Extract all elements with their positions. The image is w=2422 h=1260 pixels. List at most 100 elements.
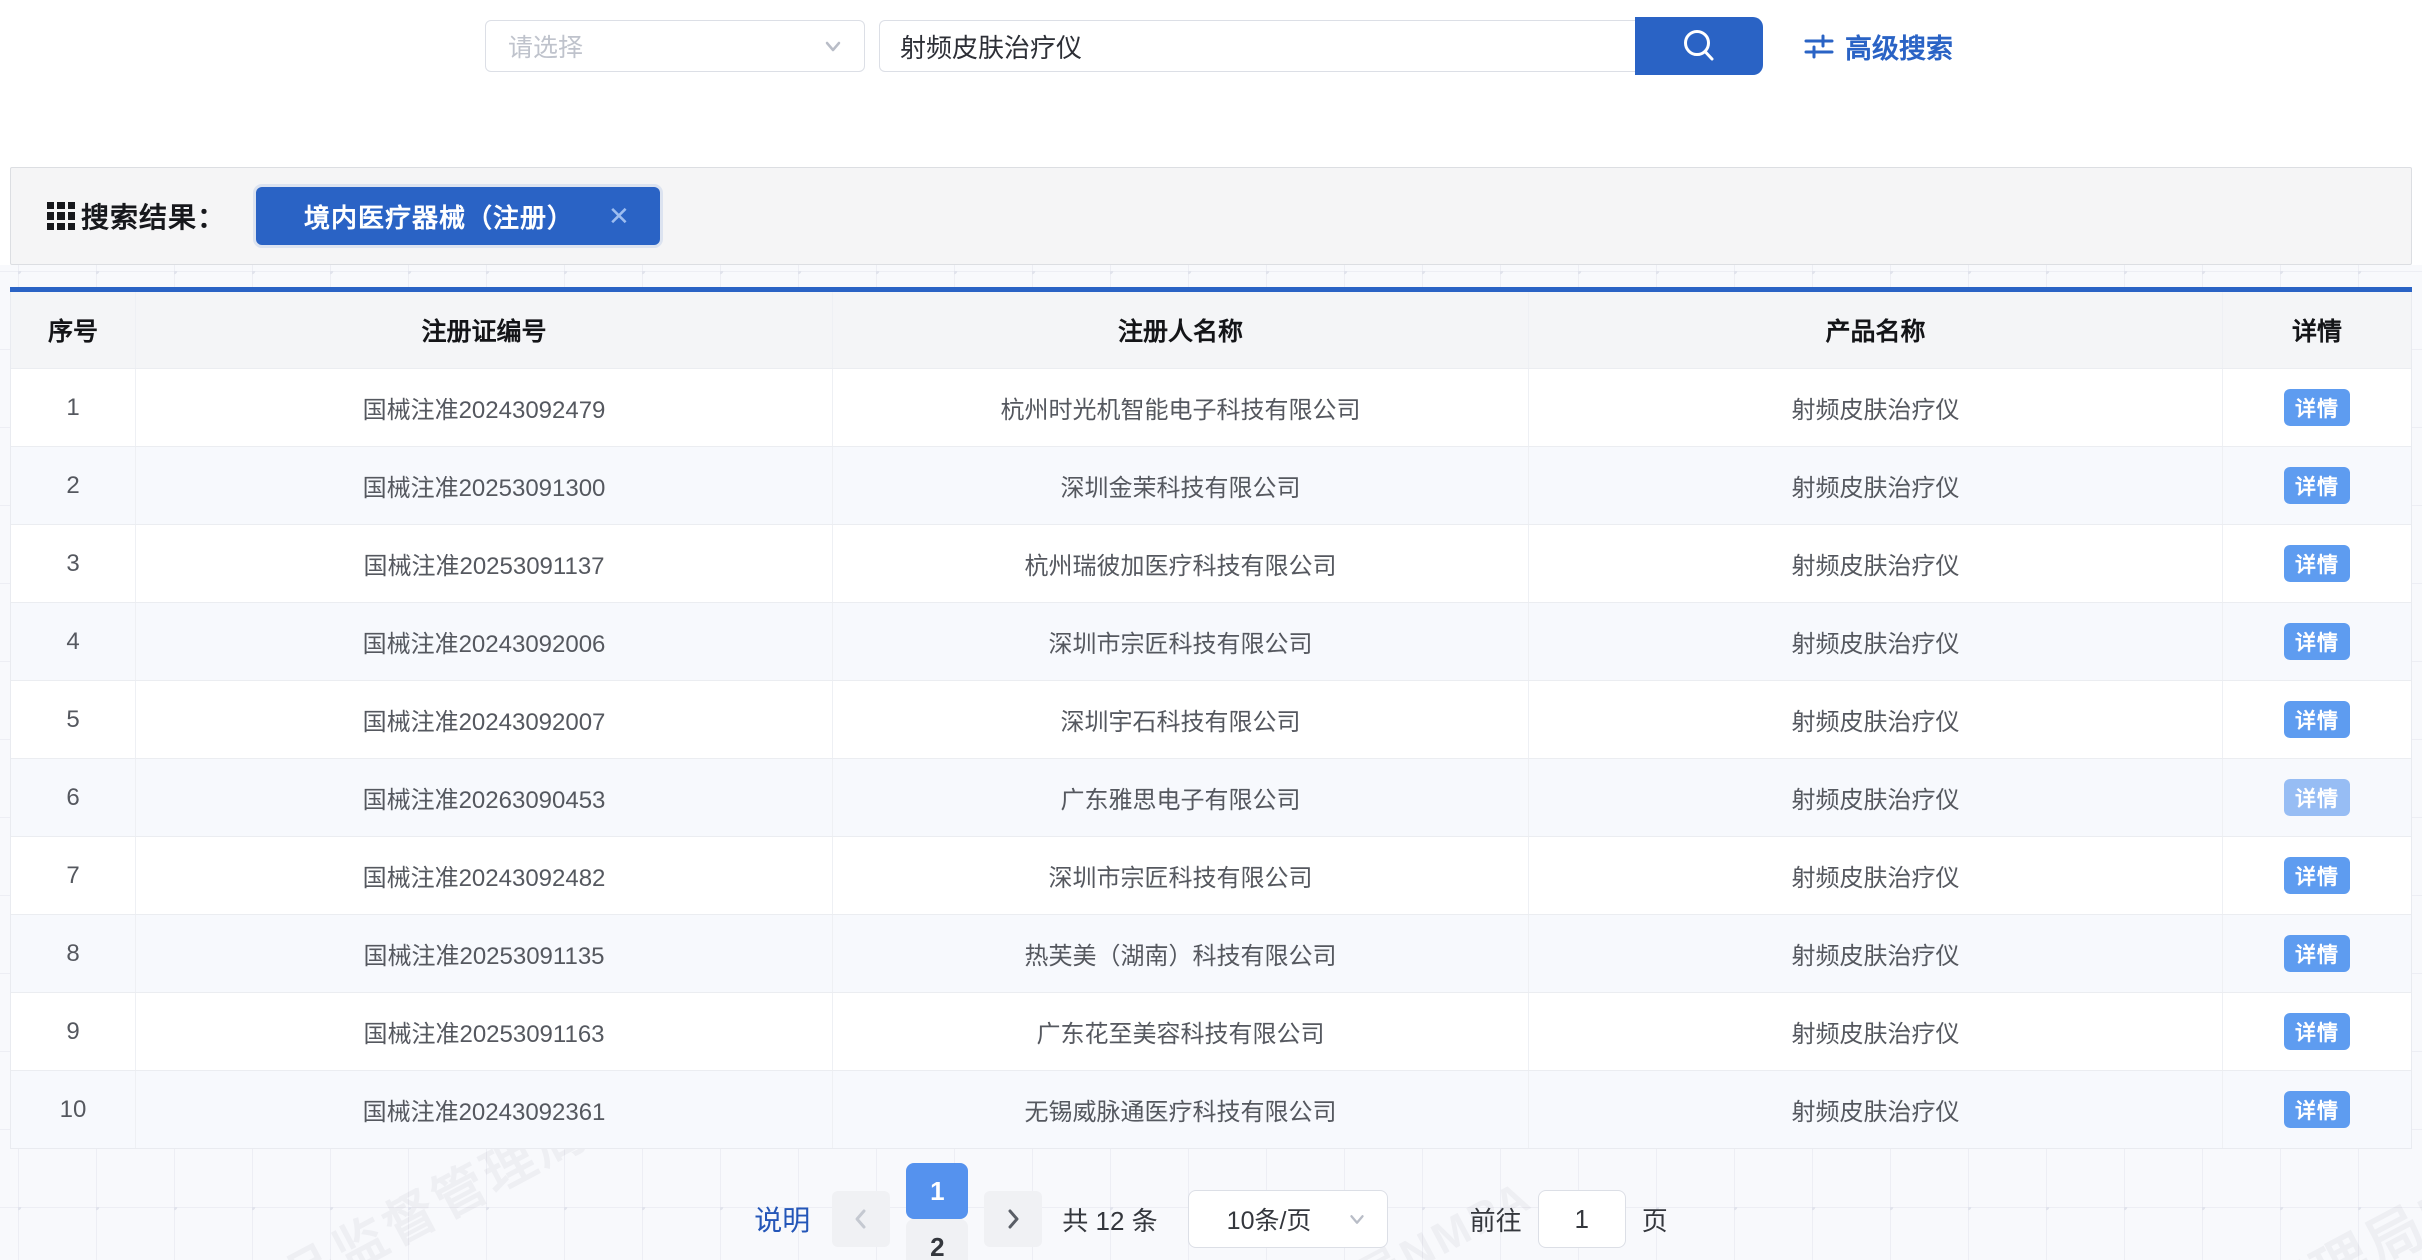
row-index: 10 <box>11 1071 136 1148</box>
row-index: 8 <box>11 915 136 992</box>
row-cert-no: 国械注准20253091300 <box>136 447 833 524</box>
close-icon[interactable]: ✕ <box>608 201 630 232</box>
total-count-label: 共 12 条 <box>1062 1201 1157 1238</box>
row-detail-cell: 详情 <box>2223 681 2411 758</box>
col-header-no: 序号 <box>11 292 136 368</box>
row-product: 射频皮肤治疗仪 <box>1529 447 2223 524</box>
page-size-value: 10条/页 <box>1227 1201 1312 1237</box>
table-header-row: 序号 注册证编号 注册人名称 产品名称 详情 <box>11 292 2411 368</box>
results-label: 搜索结果： <box>81 196 226 236</box>
row-product: 射频皮肤治疗仪 <box>1529 369 2223 446</box>
row-registrant: 深圳金茉科技有限公司 <box>833 447 1529 524</box>
goto-page-group: 前往 页 <box>1470 1190 1668 1248</box>
col-header-registrant: 注册人名称 <box>833 292 1529 368</box>
search-results-bar: 搜索结果： 境内医疗器械（注册） ✕ <box>10 167 2412 265</box>
row-registrant: 杭州瑞彼加医疗科技有限公司 <box>833 525 1529 602</box>
row-cert-no: 国械注准20243092361 <box>136 1071 833 1148</box>
chevron-down-icon <box>1345 1207 1369 1231</box>
detail-button[interactable]: 详情 <box>2284 1013 2350 1050</box>
row-cert-no: 国械注准20253091135 <box>136 915 833 992</box>
row-index: 9 <box>11 993 136 1070</box>
row-detail-cell: 详情 <box>2223 837 2411 914</box>
table-row: 6 国械注准20263090453 广东雅思电子有限公司 射频皮肤治疗仪 详情 <box>11 758 2411 836</box>
goto-prefix-label: 前往 <box>1470 1201 1522 1238</box>
row-product: 射频皮肤治疗仪 <box>1529 759 2223 836</box>
detail-button[interactable]: 详情 <box>2284 701 2350 738</box>
chevron-down-icon <box>820 33 846 59</box>
row-index: 6 <box>11 759 136 836</box>
row-detail-cell: 详情 <box>2223 915 2411 992</box>
row-registrant: 广东雅思电子有限公司 <box>833 759 1529 836</box>
search-input[interactable] <box>879 20 1637 72</box>
filter-sliders-icon <box>1803 30 1835 62</box>
table-row: 1 国械注准20243092479 杭州时光机智能电子科技有限公司 射频皮肤治疗… <box>11 368 2411 446</box>
detail-button[interactable]: 详情 <box>2284 623 2350 660</box>
row-cert-no: 国械注准20243092006 <box>136 603 833 680</box>
row-product: 射频皮肤治疗仪 <box>1529 525 2223 602</box>
row-index: 7 <box>11 837 136 914</box>
detail-button[interactable]: 详情 <box>2284 857 2350 894</box>
row-index: 5 <box>11 681 136 758</box>
row-product: 射频皮肤治疗仪 <box>1529 603 2223 680</box>
next-page-button[interactable] <box>984 1191 1042 1247</box>
table-row: 8 国械注准20253091135 热芙美（湖南）科技有限公司 射频皮肤治疗仪 … <box>11 914 2411 992</box>
row-registrant: 广东花至美容科技有限公司 <box>833 993 1529 1070</box>
row-detail-cell: 详情 <box>2223 1071 2411 1148</box>
row-index: 1 <box>11 369 136 446</box>
page-button-2[interactable]: 2 <box>906 1219 968 1260</box>
row-registrant: 无锡威脉通医疗科技有限公司 <box>833 1071 1529 1148</box>
row-detail-cell: 详情 <box>2223 603 2411 680</box>
row-index: 3 <box>11 525 136 602</box>
row-cert-no: 国械注准20243092482 <box>136 837 833 914</box>
table-row: 10 国械注准20243092361 无锡威脉通医疗科技有限公司 射频皮肤治疗仪… <box>11 1070 2411 1148</box>
page-size-select[interactable]: 10条/页 <box>1188 1190 1388 1248</box>
row-product: 射频皮肤治疗仪 <box>1529 1071 2223 1148</box>
results-table: 序号 注册证编号 注册人名称 产品名称 详情 1 国械注准20243092479… <box>10 292 2412 1149</box>
row-cert-no: 国械注准20253091137 <box>136 525 833 602</box>
col-header-detail: 详情 <box>2223 292 2411 368</box>
detail-button[interactable]: 详情 <box>2284 467 2350 504</box>
table-row: 7 国械注准20243092482 深圳市宗匠科技有限公司 射频皮肤治疗仪 详情 <box>11 836 2411 914</box>
row-detail-cell: 详情 <box>2223 447 2411 524</box>
row-registrant: 深圳市宗匠科技有限公司 <box>833 837 1529 914</box>
row-registrant: 深圳宇石科技有限公司 <box>833 681 1529 758</box>
row-product: 射频皮肤治疗仪 <box>1529 681 2223 758</box>
table-body: 1 国械注准20243092479 杭州时光机智能电子科技有限公司 射频皮肤治疗… <box>11 368 2411 1148</box>
prev-page-button[interactable] <box>832 1191 890 1247</box>
filter-tag-label: 境内医疗器械（注册） <box>304 198 574 235</box>
chevron-left-icon <box>848 1206 874 1232</box>
category-select-placeholder: 请选择 <box>508 28 820 64</box>
detail-button[interactable]: 详情 <box>2284 1091 2350 1128</box>
table-row: 9 国械注准20253091163 广东花至美容科技有限公司 射频皮肤治疗仪 详… <box>11 992 2411 1070</box>
row-detail-cell: 详情 <box>2223 369 2411 446</box>
col-header-product: 产品名称 <box>1529 292 2223 368</box>
goto-page-input[interactable] <box>1538 1190 1626 1248</box>
table-row: 5 国械注准20243092007 深圳宇石科技有限公司 射频皮肤治疗仪 详情 <box>11 680 2411 758</box>
row-product: 射频皮肤治疗仪 <box>1529 915 2223 992</box>
row-cert-no: 国械注准20243092479 <box>136 369 833 446</box>
row-product: 射频皮肤治疗仪 <box>1529 837 2223 914</box>
row-registrant: 杭州时光机智能电子科技有限公司 <box>833 369 1529 446</box>
help-link[interactable]: 说明 <box>754 1199 810 1239</box>
row-cert-no: 国械注准20253091163 <box>136 993 833 1070</box>
category-select[interactable]: 请选择 <box>485 20 865 72</box>
detail-button[interactable]: 详情 <box>2284 389 2350 426</box>
detail-button[interactable]: 详情 <box>2284 545 2350 582</box>
row-detail-cell: 详情 <box>2223 993 2411 1070</box>
detail-button[interactable]: 详情 <box>2284 779 2350 816</box>
table-row: 4 国械注准20243092006 深圳市宗匠科技有限公司 射频皮肤治疗仪 详情 <box>11 602 2411 680</box>
goto-suffix-label: 页 <box>1642 1201 1668 1238</box>
advanced-search-link[interactable]: 高级搜索 <box>1803 28 1953 64</box>
col-header-cert-no: 注册证编号 <box>136 292 833 368</box>
filter-tag[interactable]: 境内医疗器械（注册） ✕ <box>256 187 660 245</box>
row-detail-cell: 详情 <box>2223 759 2411 836</box>
top-search-bar: 请选择 高级搜索 <box>0 0 2422 110</box>
row-index: 4 <box>11 603 136 680</box>
search-button[interactable] <box>1635 17 1763 75</box>
detail-button[interactable]: 详情 <box>2284 935 2350 972</box>
row-detail-cell: 详情 <box>2223 525 2411 602</box>
table-row: 2 国械注准20253091300 深圳金茉科技有限公司 射频皮肤治疗仪 详情 <box>11 446 2411 524</box>
grid-icon <box>47 202 75 230</box>
row-registrant: 热芙美（湖南）科技有限公司 <box>833 915 1529 992</box>
page-button-1[interactable]: 1 <box>906 1163 968 1219</box>
